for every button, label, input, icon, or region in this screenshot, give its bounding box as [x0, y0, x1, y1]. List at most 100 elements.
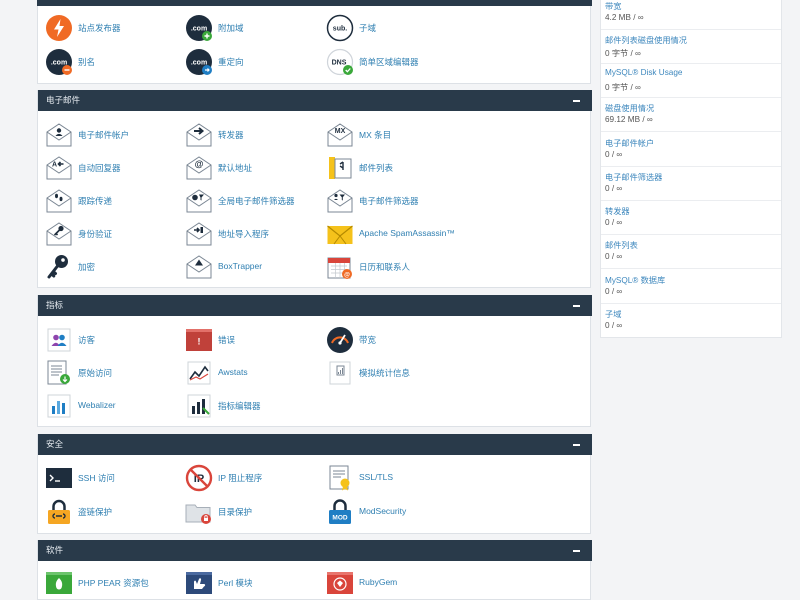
stat-value: 0 / ∞ [605, 287, 623, 296]
awstats-item[interactable]: Awstats [185, 358, 325, 388]
mailing-lists-item[interactable]: 邮件列表 [326, 153, 466, 183]
software-panel-header[interactable]: 软件 [38, 540, 592, 561]
addon-domains-label: 附加域 [218, 23, 244, 33]
redirects-item[interactable]: .com 重定向 [185, 47, 325, 77]
visitors-item[interactable]: 访客 [45, 325, 185, 355]
perl-modules-label: Perl 模块 [218, 578, 253, 588]
collapse-icon[interactable] [573, 100, 580, 102]
ssl-certificate-icon [326, 464, 354, 492]
spamassassin-item[interactable]: Apache SpamAssassin™ [326, 219, 466, 249]
stat-mailing-list-disk[interactable]: 邮件列表磁盘使用情况 0 字节 / ∞ [601, 30, 781, 64]
ssl-tls-item[interactable]: SSL/TLS [326, 463, 466, 493]
svg-text:MOD: MOD [332, 515, 347, 522]
calendars-contacts-label: 日历和联系人 [359, 262, 411, 272]
authentication-item[interactable]: 身份验证 [45, 219, 185, 249]
stat-label[interactable]: 子域 [605, 308, 621, 320]
stat-value: 4.2 MB / ∞ [605, 13, 644, 22]
bandwidth-item[interactable]: 带宽 [326, 325, 466, 355]
stat-email-filters[interactable]: 电子邮件筛选器 0 / ∞ [601, 167, 781, 201]
ssh-terminal-icon [45, 464, 73, 492]
perl-modules-item[interactable]: Perl 模块 [185, 568, 325, 598]
webalizer-icon [45, 392, 73, 420]
rubygem-item[interactable]: RubyGem [326, 568, 466, 598]
subdomains-item[interactable]: sub. 子域 [326, 13, 466, 43]
mx-entry-item[interactable]: MX MX 条目 [326, 120, 466, 150]
track-delivery-item[interactable]: 跟踪传递 [45, 186, 185, 216]
stat-label[interactable]: 转发器 [605, 205, 630, 217]
dotcom-redirect-icon: .com [185, 48, 213, 76]
stat-mysql-disk[interactable]: MySQL® Disk Usage 0 字节 / ∞ [601, 64, 781, 98]
stat-label[interactable]: 带宽 [605, 0, 621, 12]
email-panel-header[interactable]: 电子邮件 [38, 90, 592, 111]
forwarders-item[interactable]: 转发器 [185, 120, 325, 150]
security-panel-header[interactable]: 安全 [38, 434, 592, 455]
stat-label[interactable]: 电子邮件帐户 [605, 137, 654, 149]
stat-value: 0 字节 / ∞ [605, 49, 641, 58]
stat-email-accounts[interactable]: 电子邮件帐户 0 / ∞ [601, 133, 781, 167]
aliases-item[interactable]: .com 别名 [45, 47, 185, 77]
metrics-editor-item[interactable]: 指标编辑器 [185, 391, 325, 421]
address-importer-label: 地址导入程序 [218, 229, 270, 239]
calendars-contacts-item[interactable]: @ 日历和联系人 [326, 252, 466, 282]
php-pear-item[interactable]: PHP PEAR 资源包 [45, 568, 185, 598]
stat-disk-usage[interactable]: 磁盘使用情况 69.12 MB / ∞ [601, 98, 781, 132]
metrics-panel-header[interactable]: 指标 [38, 295, 592, 316]
zone-editor-item[interactable]: DNS 简单区域编辑器 [326, 47, 466, 77]
stat-label[interactable]: 磁盘使用情况 [605, 102, 654, 114]
autoresponder-icon: A [45, 154, 73, 182]
hotlink-lock-icon [45, 498, 73, 526]
raw-access-item[interactable]: 原始访问 [45, 358, 185, 388]
hotlink-protection-item[interactable]: 盗链保护 [45, 497, 185, 527]
boxtrapper-label: BoxTrapper [218, 261, 263, 271]
calendar-icon: @ [326, 253, 354, 281]
default-address-item[interactable]: @ 默认地址 [185, 153, 325, 183]
autoresponders-item[interactable]: A 自动回复器 [45, 153, 185, 183]
stat-label[interactable]: 邮件列表磁盘使用情况 [605, 34, 687, 46]
email-accounts-label: 电子邮件帐户 [78, 130, 130, 140]
analog-stats-item[interactable]: 模拟统计信息 [326, 358, 466, 388]
mx-entry-label: MX 条目 [359, 130, 392, 140]
ip-blocker-icon: IP [185, 464, 213, 492]
stat-mysql-databases[interactable]: MySQL® 数据库 0 / ∞ [601, 270, 781, 304]
security-panel: 安全 SSH 访问 IP IP 阻止程序 SSL/TLS 盗链保护 [37, 434, 592, 534]
collapse-icon[interactable] [573, 550, 580, 552]
webalizer-item[interactable]: Webalizer [45, 391, 185, 421]
directory-privacy-label: 目录保护 [218, 507, 253, 517]
directory-privacy-item[interactable]: 目录保护 [185, 497, 325, 527]
addon-domains-item[interactable]: .com 附加域 [185, 13, 325, 43]
address-importer-item[interactable]: 地址导入程序 [185, 219, 325, 249]
site-publisher-item[interactable]: 站点发布器 [45, 13, 185, 43]
modsecurity-item[interactable]: MOD ModSecurity [326, 497, 466, 527]
stat-label[interactable]: MySQL® Disk Usage [605, 68, 682, 77]
stat-bandwidth[interactable]: 带宽 4.2 MB / ∞ [601, 0, 781, 30]
stat-subdomains[interactable]: 子域 0 / ∞ [601, 304, 781, 338]
encryption-label: 加密 [78, 262, 96, 272]
email-accounts-icon [45, 121, 73, 149]
dns-icon: DNS [326, 48, 354, 76]
stat-mailing-lists[interactable]: 邮件列表 0 / ∞ [601, 235, 781, 269]
zone-editor-label: 简单区域编辑器 [359, 57, 419, 67]
ip-blocker-label: IP 阻止程序 [218, 473, 263, 483]
global-filters-item[interactable]: 全局电子邮件筛选器 [185, 186, 325, 216]
stat-label[interactable]: 电子邮件筛选器 [605, 171, 662, 183]
svg-text:!: ! [198, 337, 201, 347]
stat-label[interactable]: MySQL® 数据库 [605, 274, 665, 286]
perl-modules-icon [185, 569, 213, 597]
stat-value: 0 / ∞ [605, 184, 623, 193]
encryption-item[interactable]: 加密 [45, 252, 185, 282]
ssl-tls-label: SSL/TLS [359, 472, 394, 482]
ip-blocker-item[interactable]: IP IP 阻止程序 [185, 463, 325, 493]
errors-item[interactable]: ! 错误 [185, 325, 325, 355]
sub-icon: sub. [326, 14, 354, 42]
subdomains-label: 子域 [359, 23, 377, 33]
stat-label[interactable]: 邮件列表 [605, 239, 638, 251]
stat-value: 0 / ∞ [605, 150, 623, 159]
visitors-icon [45, 326, 73, 354]
boxtrapper-item[interactable]: BoxTrapper [185, 252, 325, 282]
ssh-access-item[interactable]: SSH 访问 [45, 463, 185, 493]
collapse-icon[interactable] [573, 444, 580, 446]
email-filters-item[interactable]: 电子邮件筛选器 [326, 186, 466, 216]
collapse-icon[interactable] [573, 305, 580, 307]
email-accounts-item[interactable]: 电子邮件帐户 [45, 120, 185, 150]
stat-forwarders[interactable]: 转发器 0 / ∞ [601, 201, 781, 235]
